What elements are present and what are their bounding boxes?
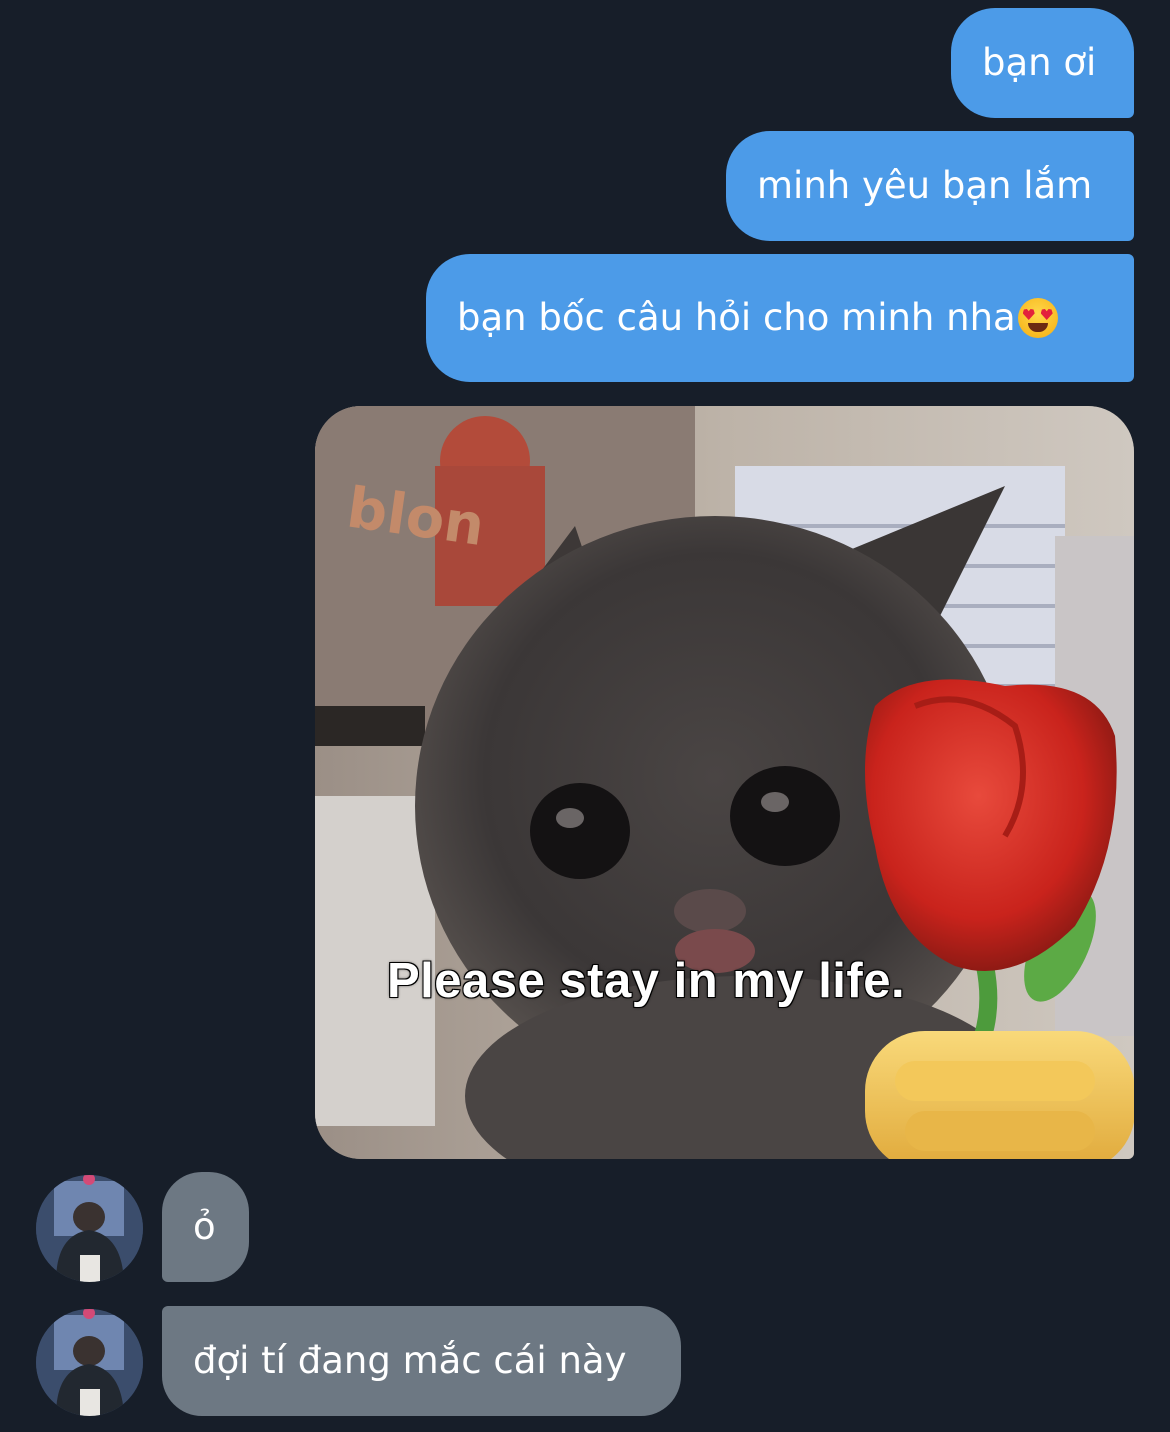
avatar[interactable] [36,1175,143,1282]
message-text: ỏ [193,1205,216,1248]
incoming-message[interactable]: đợi tí đang mắc cái này [162,1306,681,1416]
message-text: minh yêu bạn lắm [757,164,1093,207]
kitten-rose-image: blon [315,406,1134,1159]
message-text: đợi tí đang mắc cái này [193,1339,627,1382]
incoming-message[interactable]: ỏ [162,1172,249,1282]
avatar[interactable] [36,1309,143,1416]
heart-eyes-emoji-icon [1017,298,1058,338]
message-text: bạn ơi [982,41,1097,84]
avatar-image [36,1309,143,1416]
chat-thread: bạn ơi minh yêu bạn lắm bạn bốc câu hỏi … [0,0,1170,1432]
avatar-image [36,1175,143,1282]
message-text: bạn bốc câu hỏi cho minh nha [457,296,1016,339]
outgoing-message[interactable]: bạn ơi [951,8,1134,118]
outgoing-message[interactable]: minh yêu bạn lắm [726,131,1134,241]
outgoing-message[interactable]: bạn bốc câu hỏi cho minh nha [426,254,1134,382]
image-caption: Please stay in my life. [386,953,906,1009]
image-message[interactable]: blon Please stay in my life. [315,406,1134,1159]
